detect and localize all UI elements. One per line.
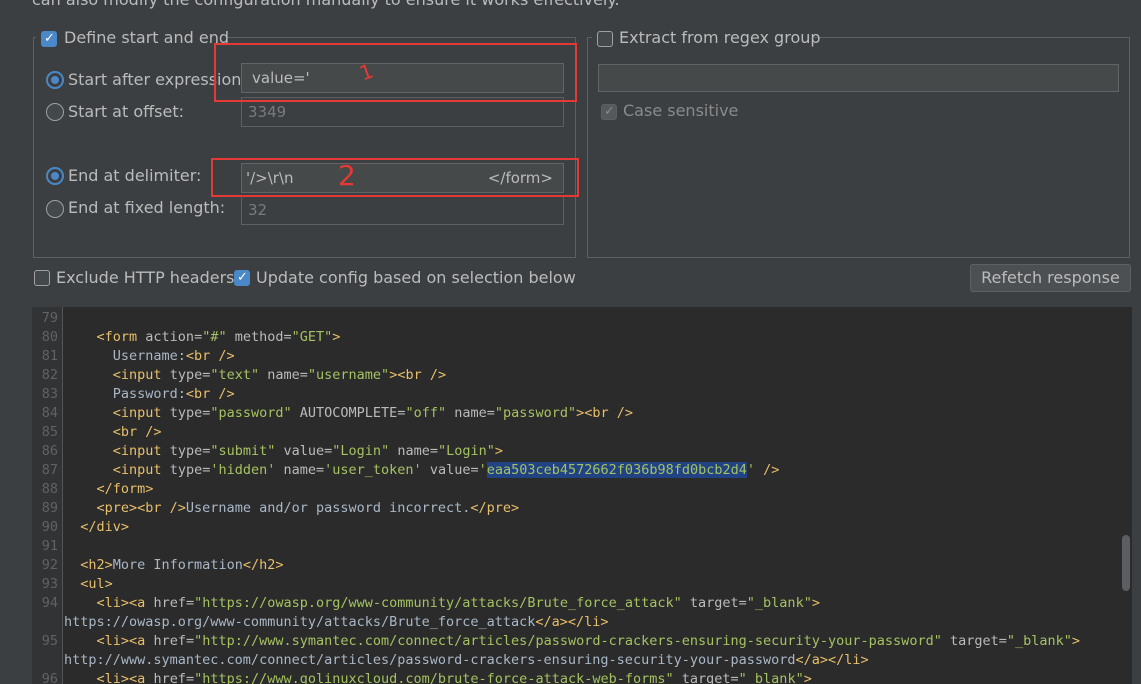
start-at-offset-label: Start at offset: (68, 102, 184, 121)
line-number: 88 (41, 481, 58, 497)
update-config-label: Update config based on selection below (256, 268, 576, 287)
annotation-mark-2: 2 (338, 159, 356, 192)
case-sensitive-label: Case sensitive (623, 101, 739, 120)
code-line-89: <pre><br />Username and/or password inco… (96, 500, 520, 516)
define-start-end-checkbox[interactable] (41, 31, 57, 47)
line-number: 90 (41, 519, 58, 535)
exclude-http-headers-label: Exclude HTTP headers (56, 268, 235, 287)
code-line-92: <h2>More Information</h2> (80, 557, 284, 573)
extract-regex-checkbox[interactable] (597, 31, 613, 47)
line-number: 86 (41, 443, 58, 459)
line-number: 87 (41, 462, 58, 478)
end-at-fixed-length-radio[interactable] (46, 200, 64, 218)
code-line-96: <li><a href="https://www.golinuxcloud.co… (96, 671, 812, 684)
description-text: can also modify the configuration manual… (32, 0, 620, 9)
code-line-80: <form action="#" method="GET"> (96, 329, 341, 345)
response-code-view[interactable]: 79 80 81 82 83 84 85 86 87 88 89 90 91 9… (32, 307, 1132, 684)
code-line-87: <input type='hidden' name='user_token' v… (112, 462, 780, 478)
code-line-90: </div> (80, 519, 130, 535)
code-line-88: </form> (96, 481, 154, 497)
define-start-end-label: Define start and end (64, 28, 229, 47)
end-at-fixed-length-input[interactable]: 32 (241, 195, 564, 225)
start-at-offset-radio[interactable] (46, 103, 64, 121)
refetch-response-button[interactable]: Refetch response (970, 264, 1131, 292)
annotation-box-1 (214, 43, 577, 102)
case-sensitive-checkbox[interactable] (601, 104, 617, 120)
code-line-95: <li><a href="http://www.symantec.com/con… (96, 633, 1081, 649)
code-line-94: <li><a href="https://owasp.org/www-commu… (96, 595, 820, 611)
line-number: 92 (41, 557, 58, 573)
line-number: 85 (41, 424, 58, 440)
line-number: 84 (41, 405, 58, 421)
extract-regex-label: Extract from regex group (619, 28, 821, 47)
regex-input[interactable] (598, 64, 1119, 92)
line-number: 89 (41, 500, 58, 516)
end-at-delimiter-radio[interactable] (46, 167, 64, 185)
end-at-delimiter-label: End at delimiter: (68, 166, 202, 185)
code-line-94-wrap: https://owasp.org/www-community/attacks/… (64, 614, 609, 630)
annotation-box-2 (211, 158, 579, 197)
line-number: 95 (41, 633, 58, 649)
update-config-checkbox[interactable] (234, 270, 250, 286)
code-line-85: <br /> (112, 424, 162, 440)
line-number: 80 (41, 329, 58, 345)
code-line-81: Username:<br /> (64, 348, 235, 364)
code-line-95-wrap: http://www.symantec.com/connect/articles… (64, 652, 869, 668)
vertical-scrollbar-thumb[interactable] (1122, 535, 1130, 591)
code-line-84: <input type="password" AUTOCOMPLETE="off… (112, 405, 634, 421)
gutter-divider (62, 307, 63, 684)
selected-token[interactable]: eaa503ceb4572662f036b98fd0bcb2d4 (486, 462, 747, 478)
end-at-fixed-length-label: End at fixed length: (68, 198, 226, 217)
line-number: 83 (41, 386, 58, 402)
code-line-83: Password:<br /> (64, 386, 235, 402)
line-number: 93 (41, 576, 58, 592)
line-number: 96 (41, 671, 58, 684)
exclude-http-headers-checkbox[interactable] (34, 270, 50, 286)
code-line-86: <input type="submit" value="Login" name=… (112, 443, 504, 459)
code-line-93: <ul> (80, 576, 113, 592)
line-number: 81 (41, 348, 58, 364)
start-after-expression-radio[interactable] (46, 71, 64, 89)
line-number: 94 (41, 595, 58, 611)
code-line-82: <input type="text" name="username"><br /… (112, 367, 447, 383)
line-number: 91 (41, 538, 58, 554)
line-number: 79 (41, 310, 58, 326)
line-number: 82 (41, 367, 58, 383)
